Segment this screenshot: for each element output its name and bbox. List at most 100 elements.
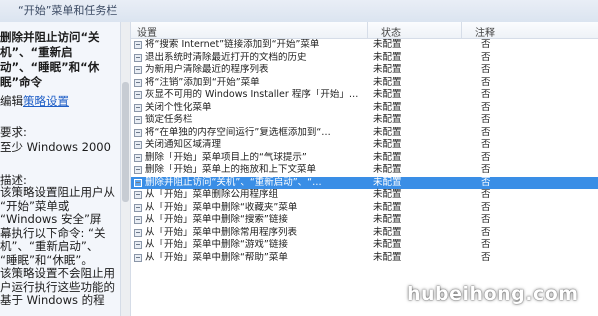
setting-name: 关闭个性化菜单 [145,101,212,113]
table-row[interactable]: 为新用户清除最近的程序列表 未配置 否 [131,64,598,77]
column-divider[interactable] [461,22,462,38]
setting-note: 否 [481,126,491,138]
policy-setting-icon [134,191,142,199]
setting-name: 将“注销”添加到“开始”菜单 [145,76,260,88]
setting-note: 否 [481,139,491,150]
policy-setting-icon [134,103,142,112]
scrollbar-thumb[interactable] [122,82,129,202]
setting-note: 否 [481,114,491,125]
setting-note: 否 [481,251,491,263]
table-row[interactable]: 将“在单独的内存空间运行”复选框添加到“… 未配置 否 [131,127,598,140]
setting-name: 从「开始」菜单中删除“搜索”链接 [145,214,288,225]
setting-note: 否 [481,176,491,188]
setting-note: 否 [481,151,491,163]
table-row[interactable]: 删除「开始」菜单项目上的“气球提示” 未配置 否 [131,152,598,165]
setting-note: 否 [481,64,491,75]
setting-note: 否 [481,51,491,63]
setting-state: 未配置 [373,151,402,163]
setting-name: 删除「开始」菜单项目上的“气球提示” [145,151,307,163]
table-row[interactable]: 从「开始」菜单中删除常用程序列表 未配置 否 [131,227,598,240]
setting-state: 未配置 [373,176,402,188]
setting-note: 否 [481,89,491,100]
table-row[interactable]: 从「开始」菜单删除公用程序组 未配置 否 [131,189,598,202]
setting-name: 从「开始」菜单中删除“收藏夹”菜单 [145,201,298,213]
table-row[interactable]: 退出系统时清除最近打开的文档的历史 未配置 否 [131,52,598,65]
requirements-label: 要求: [0,125,27,139]
setting-name: 删除「开始」菜单上的拖放和上下文菜单 [145,164,317,175]
setting-name: 退出系统时清除最近打开的文档的历史 [145,51,307,63]
policy-setting-icon [134,153,142,162]
setting-state: 未配置 [373,226,402,238]
table-row[interactable]: 从「开始」菜单中删除“游戏”链接 未配置 否 [131,239,598,252]
setting-state: 未配置 [373,39,402,50]
policy-setting-icon [134,91,142,99]
table-row[interactable]: 从「开始」菜单中删除“搜索”链接 未配置 否 [131,214,598,227]
policy-setting-icon [134,228,142,237]
policy-setting-icon [134,66,142,74]
edit-line: 编辑策略设置 [0,93,69,109]
setting-state: 未配置 [373,64,402,75]
setting-state: 未配置 [373,114,402,125]
setting-name: 从「开始」菜单中删除“帮助”菜单 [145,251,288,263]
setting-state: 未配置 [373,214,402,225]
setting-state: 未配置 [373,51,402,63]
settings-list: 设置 状态 注释 将“搜索 Internet”链接添加到“开始”菜单 未配置否退出… [131,22,598,316]
table-row[interactable]: 关闭通知区域清理 未配置 否 [131,139,598,152]
window-title: “开始”菜单和任务栏 [18,4,118,17]
policy-setting-icon [134,116,142,124]
policy-setting-icon [134,203,142,212]
table-row[interactable]: 锁定任务栏 未配置 否 [131,114,598,127]
column-header-setting[interactable]: 设置 [137,24,157,39]
setting-name: 灰显不可用的 Windows Installer 程序「开始」… [145,89,359,100]
policy-setting-icon [134,241,142,249]
setting-note: 否 [481,226,491,238]
policy-setting-icon [134,216,142,224]
policy-setting-icon [134,128,142,137]
edit-prefix: 编辑 [0,94,23,108]
setting-note: 否 [481,101,491,113]
policy-setting-icon [134,41,142,49]
setting-state: 未配置 [373,76,402,88]
table-row[interactable]: 将“搜索 Internet”链接添加到“开始”菜单 未配置 否 [131,39,598,52]
setting-name: 关闭通知区域清理 [145,139,222,150]
setting-name: 将“搜索 Internet”链接添加到“开始”菜单 [145,39,320,50]
setting-state: 未配置 [373,239,402,250]
table-row[interactable]: 删除并阻止访问“关机”、“重新启动”、“… 未配置 否 [131,176,598,189]
policy-settings-link[interactable]: 策略设置 [23,94,69,108]
policy-heading: 删除并阻止访问“关机”、“重新启动”、“睡眠”和“休眠”命令 [0,30,100,89]
table-row[interactable]: 关闭个性化菜单 未配置 否 [131,102,598,115]
setting-note: 否 [481,164,491,175]
list-header: 设置 状态 注释 [131,22,598,39]
column-header-state[interactable]: 状态 [381,24,401,39]
setting-state: 未配置 [373,89,402,100]
watermark: hubeihong.com [407,283,579,305]
table-row[interactable]: 删除「开始」菜单上的拖放和上下文菜单 未配置 否 [131,164,598,177]
policy-setting-icon [134,178,142,187]
setting-name: 从「开始」菜单删除公用程序组 [145,189,279,200]
table-row[interactable]: 从「开始」菜单中删除“收藏夹”菜单 未配置 否 [131,202,598,215]
description-text: 该策略设置阻止用户从 “开始”菜单或 “Windows 安全”屏 幕执行以下命令… [0,185,115,307]
setting-name: 锁定任务栏 [145,114,193,125]
setting-note: 否 [481,201,491,213]
setting-note: 否 [481,239,491,250]
requirements-value: 至少 Windows 2000 [0,140,111,154]
panel-scrollbar[interactable] [121,22,131,316]
setting-name: 删除并阻止访问“关机”、“重新启动”、“… [145,176,322,188]
policy-setting-icon [134,253,142,262]
description-panel: 删除并阻止访问“关机”、“重新启动”、“睡眠”和“休眠”命令 编辑策略设置 要求… [0,22,121,316]
setting-state: 未配置 [373,251,402,263]
table-row[interactable]: 灰显不可用的 Windows Installer 程序「开始」… 未配置 否 [131,89,598,102]
policy-setting-icon [134,141,142,149]
setting-note: 否 [481,39,491,50]
setting-state: 未配置 [373,126,402,138]
table-row[interactable]: 从「开始」菜单中删除“帮助”菜单 未配置 否 [131,252,598,265]
setting-state: 未配置 [373,139,402,150]
policy-setting-icon [134,166,142,174]
policy-setting-icon [134,53,142,62]
setting-state: 未配置 [373,201,402,213]
column-header-note[interactable]: 注释 [475,24,495,39]
list-rows: 将“搜索 Internet”链接添加到“开始”菜单 未配置否退出系统时清除最近打开… [131,39,598,264]
table-row[interactable]: 将“注销”添加到“开始”菜单 未配置 否 [131,77,598,90]
setting-note: 否 [481,214,491,225]
column-divider[interactable] [367,22,368,38]
